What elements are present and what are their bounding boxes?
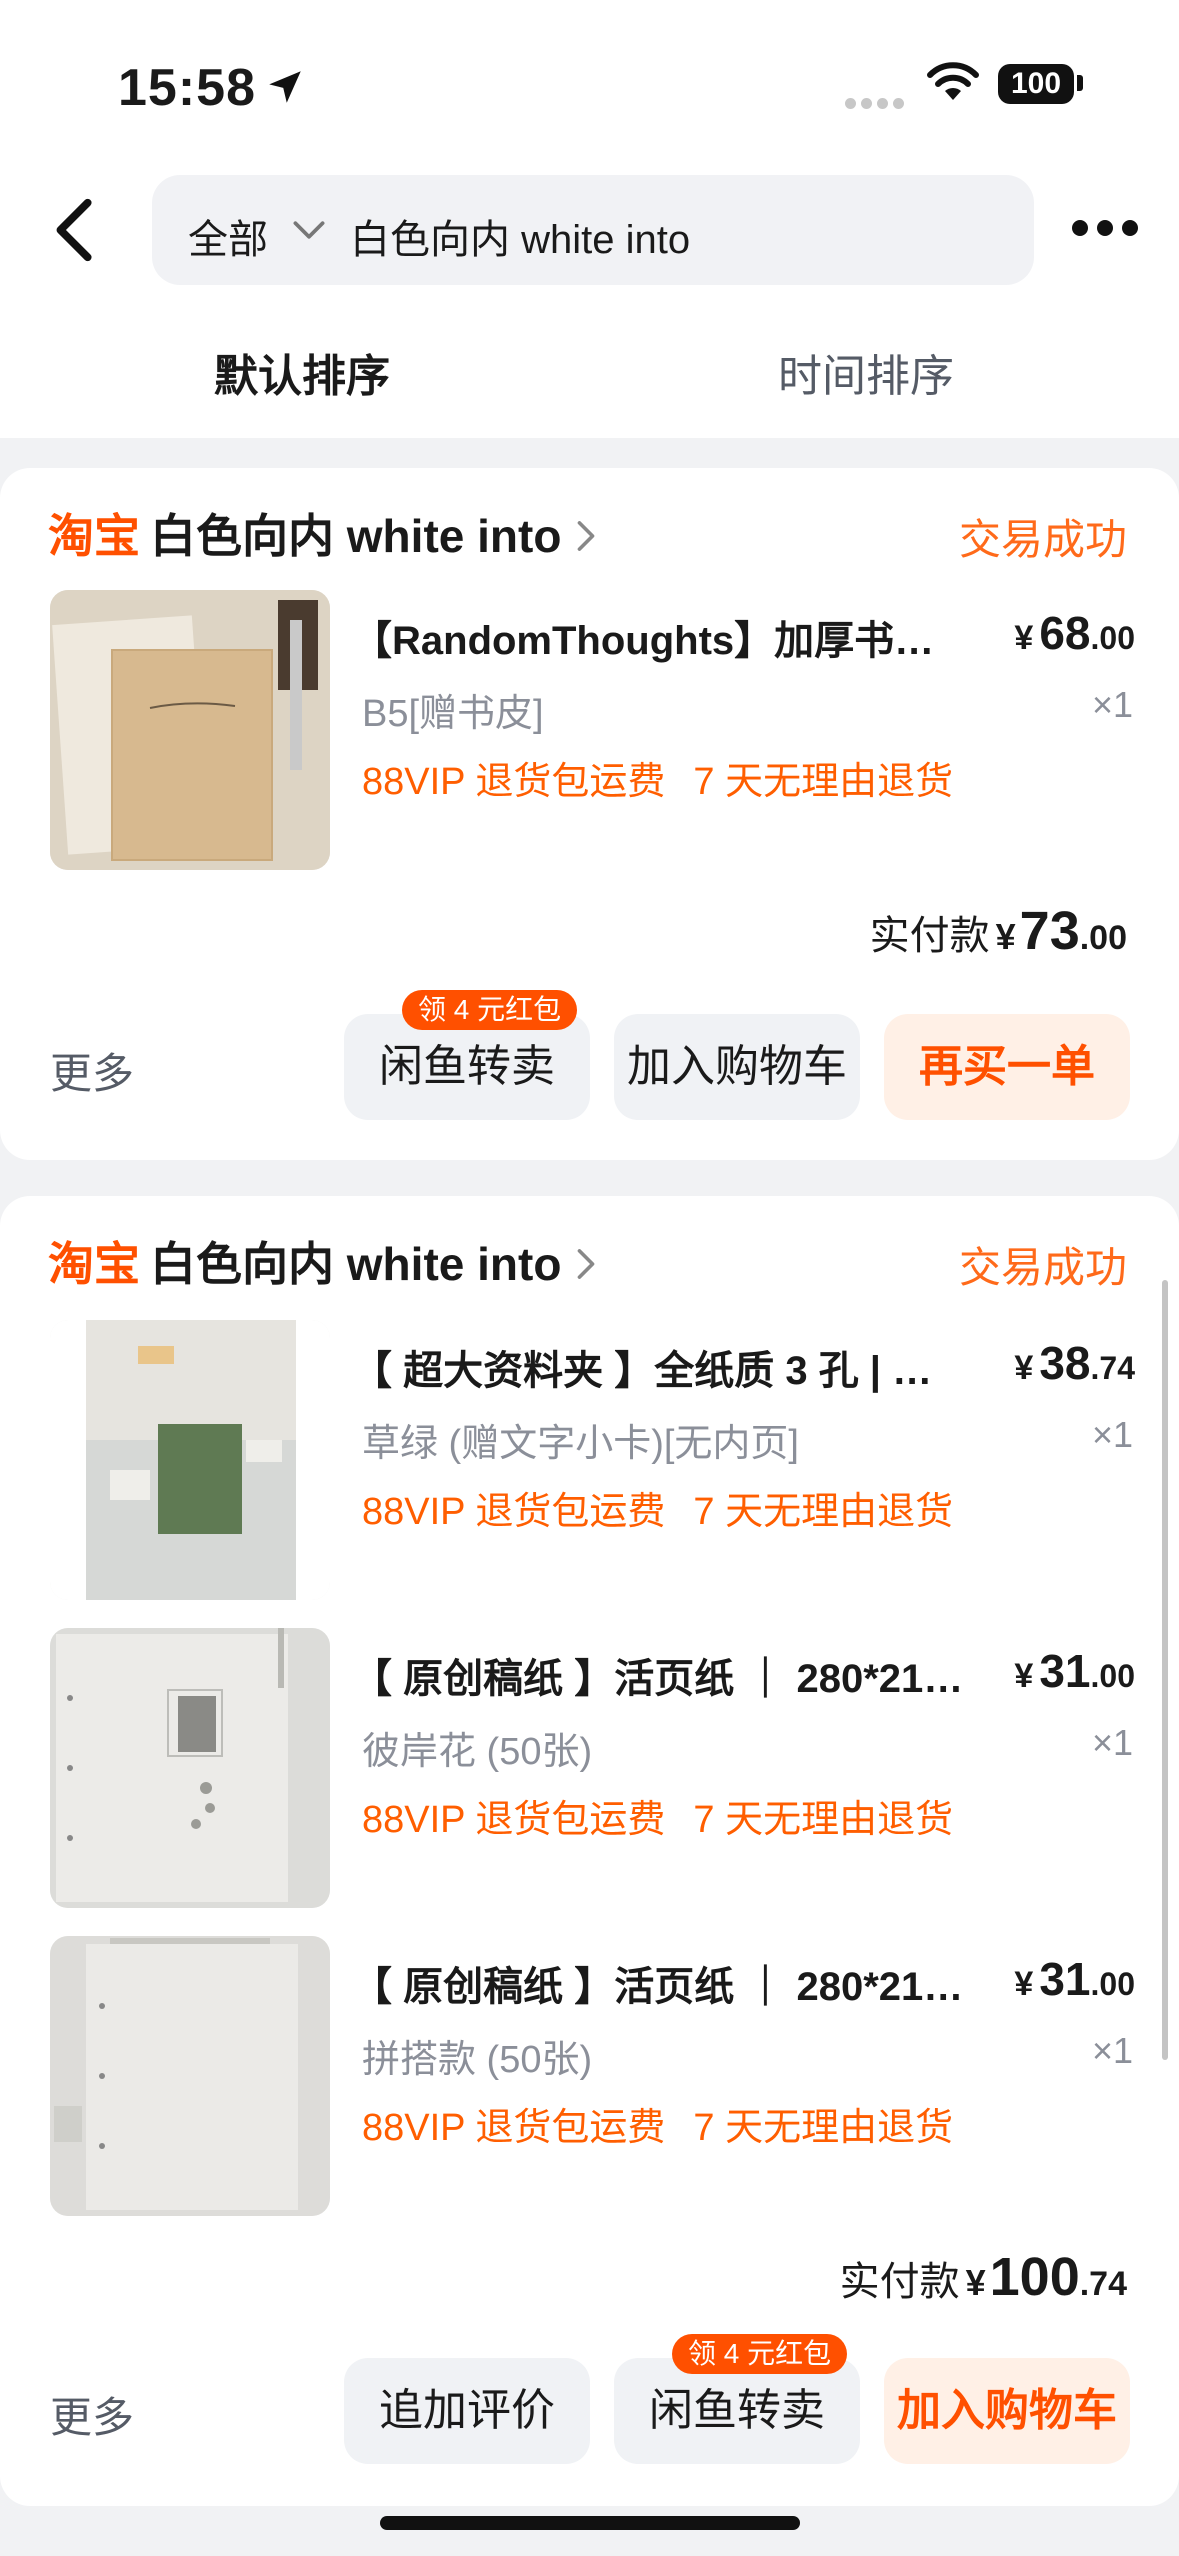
- top-bar: 15:58 100 全部 白色向内 white into 默认排序 时间排序: [0, 0, 1179, 438]
- order-item[interactable]: 【 超大资料夹 】全纸质 3 孔 | 兼容活页纸 ¥38.74 草绿 (赠文字小…: [0, 1320, 1179, 1602]
- service-perks: 88VIP 退货包运费 7 天无理由退货: [362, 2107, 954, 2149]
- product-variant: B5[赠书皮]: [362, 693, 544, 735]
- product-price: ¥68.00: [1014, 607, 1135, 659]
- location-arrow-icon: [269, 71, 301, 103]
- product-quantity: ×1: [1091, 684, 1133, 725]
- product-price: ¥31.00: [1014, 1953, 1135, 2005]
- chevron-down-icon[interactable]: [292, 215, 326, 245]
- order-total: 实付款 ¥73.00: [869, 901, 1127, 961]
- search-query[interactable]: 白色向内 white into: [350, 207, 690, 265]
- status-time: 15:58: [118, 59, 256, 117]
- order-status: 交易成功: [958, 1244, 1127, 1291]
- order-total: 实付款 ¥100.74: [839, 2247, 1127, 2307]
- shop-name[interactable]: 白色向内 white into: [150, 1238, 561, 1290]
- home-indicator[interactable]: [380, 2516, 800, 2530]
- shop-header[interactable]: 淘宝 白色向内 white into: [48, 500, 599, 570]
- tab-default-sort[interactable]: 默认排序: [214, 340, 390, 404]
- product-image[interactable]: [50, 1628, 330, 1908]
- order-item[interactable]: 【RandomThoughts】加厚书写纸笔记本 ¥68.00 B5[赠书皮] …: [0, 590, 1179, 872]
- buy-again-button[interactable]: 再买一单: [884, 1014, 1130, 1120]
- product-variant: 彼岸花 (50张): [362, 1731, 593, 1773]
- product-variant: 拼搭款 (50张): [362, 2039, 593, 2081]
- product-title[interactable]: 【RandomThoughts】加厚书写纸笔记本: [352, 608, 972, 666]
- service-perks: 88VIP 退货包运费 7 天无理由退货: [362, 1491, 954, 1533]
- order-card[interactable]: 淘宝 白色向内 white into 交易成功 【 超大资料夹 】全纸质 3 孔 …: [0, 1196, 1179, 2506]
- platform-label: 淘宝: [48, 1238, 140, 1290]
- cellular-signal-icon: [845, 96, 909, 114]
- chevron-right-icon[interactable]: [573, 1246, 599, 1282]
- product-quantity: ×1: [1091, 1722, 1133, 1763]
- product-title[interactable]: 【 超大资料夹 】全纸质 3 孔 | 兼容活页纸: [352, 1338, 972, 1396]
- service-perks: 88VIP 退货包运费 7 天无理由退货: [362, 1799, 954, 1841]
- order-card[interactable]: 淘宝 白色向内 white into 交易成功 【RandomThoughts】加…: [0, 468, 1179, 1160]
- product-image[interactable]: [50, 1320, 330, 1600]
- tab-time-sort[interactable]: 时间排序: [778, 340, 954, 404]
- product-quantity: ×1: [1091, 2030, 1133, 2071]
- product-variant: 草绿 (赠文字小卡)[无内页]: [362, 1423, 799, 1465]
- product-title[interactable]: 【 原创稿纸 】活页纸 ｜ 280*215mm: [352, 1954, 972, 2012]
- platform-label: 淘宝: [48, 510, 140, 562]
- coupon-badge: 领 4 元红包: [402, 990, 578, 1030]
- more-options-icon[interactable]: [1072, 220, 1147, 241]
- more-actions-link[interactable]: 更多: [50, 2384, 134, 2445]
- battery-indicator: 100: [998, 64, 1074, 104]
- shop-header[interactable]: 淘宝 白色向内 white into: [48, 1228, 599, 1298]
- add-to-cart-button[interactable]: 加入购物车: [614, 1014, 860, 1120]
- more-actions-link[interactable]: 更多: [50, 1040, 134, 1101]
- add-to-cart-button[interactable]: 加入购物车: [884, 2358, 1130, 2464]
- product-image[interactable]: [50, 1936, 330, 2216]
- shop-name[interactable]: 白色向内 white into: [150, 510, 561, 562]
- order-item[interactable]: 【 原创稿纸 】活页纸 ｜ 280*215mm ¥31.00 彼岸花 (50张)…: [0, 1628, 1179, 1910]
- scrollbar[interactable]: [1162, 1280, 1168, 2060]
- order-item[interactable]: 【 原创稿纸 】活页纸 ｜ 280*215mm ¥31.00 拼搭款 (50张)…: [0, 1936, 1179, 2218]
- product-image[interactable]: [50, 590, 330, 870]
- coupon-badge: 领 4 元红包: [672, 2334, 848, 2374]
- product-price: ¥31.00: [1014, 1645, 1135, 1697]
- product-quantity: ×1: [1091, 1414, 1133, 1455]
- battery-tip: [1077, 75, 1083, 91]
- chevron-right-icon[interactable]: [573, 518, 599, 554]
- product-price: ¥38.74: [1014, 1337, 1135, 1389]
- product-title[interactable]: 【 原创稿纸 】活页纸 ｜ 280*215mm: [352, 1646, 972, 1704]
- search-scope-selector[interactable]: 全部: [188, 207, 268, 265]
- search-box[interactable]: 全部 白色向内 white into: [152, 175, 1034, 285]
- order-status: 交易成功: [958, 516, 1127, 563]
- add-review-button[interactable]: 追加评价: [344, 2358, 590, 2464]
- service-perks: 88VIP 退货包运费 7 天无理由退货: [362, 761, 954, 803]
- wifi-icon: [927, 62, 979, 100]
- back-arrow-icon[interactable]: [48, 195, 104, 265]
